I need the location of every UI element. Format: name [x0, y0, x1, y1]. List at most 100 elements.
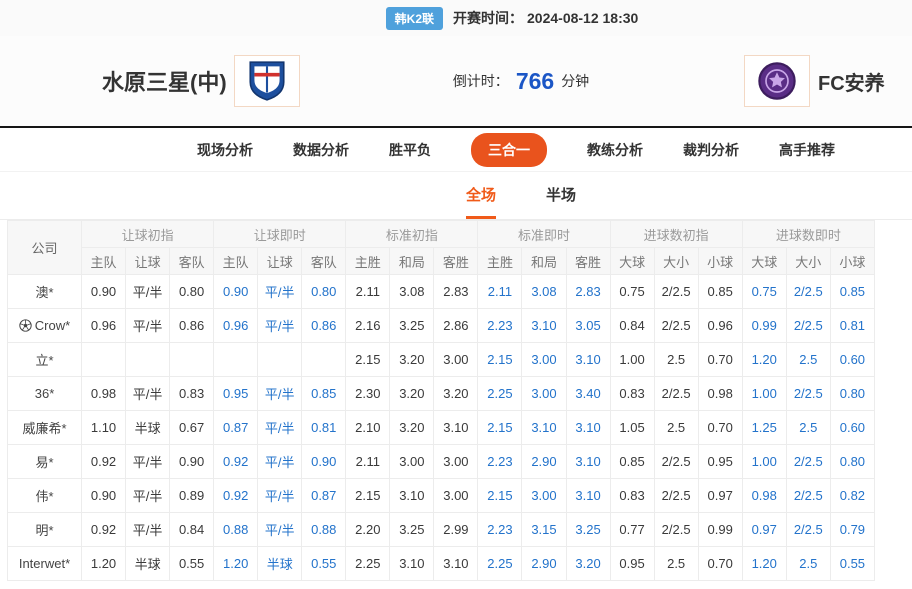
- live-odds-cell[interactable]: 3.00: [522, 377, 566, 411]
- live-odds-cell[interactable]: 2.5: [786, 343, 830, 377]
- live-odds-cell[interactable]: 0.79: [830, 513, 874, 547]
- live-odds-cell[interactable]: 3.15: [522, 513, 566, 547]
- live-odds-cell[interactable]: 0.87: [302, 479, 346, 513]
- live-odds-cell[interactable]: 1.20: [742, 547, 786, 581]
- live-odds-cell[interactable]: [214, 343, 258, 377]
- live-odds-cell[interactable]: 半球: [258, 547, 302, 581]
- nav-tab-coach-analysis[interactable]: 教练分析: [587, 140, 643, 160]
- live-odds-cell[interactable]: 0.81: [302, 411, 346, 445]
- live-odds-cell[interactable]: 2/2.5: [786, 479, 830, 513]
- live-odds-cell[interactable]: 2.15: [478, 479, 522, 513]
- live-odds-cell[interactable]: 0.80: [830, 377, 874, 411]
- company-cell[interactable]: 伟*: [8, 479, 82, 513]
- nav-tab-data-analysis[interactable]: 数据分析: [293, 140, 349, 160]
- nav-tab-three-in-one[interactable]: 三合一: [471, 133, 547, 167]
- live-odds-cell[interactable]: 2/2.5: [786, 445, 830, 479]
- nav-tab-referee-analysis[interactable]: 裁判分析: [683, 140, 739, 160]
- live-odds-cell[interactable]: 2.25: [478, 547, 522, 581]
- live-odds-cell[interactable]: 1.25: [742, 411, 786, 445]
- live-odds-cell[interactable]: 0.80: [302, 275, 346, 309]
- company-cell[interactable]: 立*: [8, 343, 82, 377]
- live-odds-cell[interactable]: 2/2.5: [786, 513, 830, 547]
- live-odds-cell[interactable]: [258, 343, 302, 377]
- away-team-name[interactable]: FC安养: [818, 36, 885, 126]
- scope-tab-half-time[interactable]: 半场: [546, 172, 576, 219]
- live-odds-cell[interactable]: 0.87: [214, 411, 258, 445]
- live-odds-cell[interactable]: 0.55: [830, 547, 874, 581]
- live-odds-cell[interactable]: 2/2.5: [786, 275, 830, 309]
- live-odds-cell[interactable]: 0.96: [214, 309, 258, 343]
- live-odds-cell[interactable]: 0.92: [214, 479, 258, 513]
- live-odds-cell[interactable]: 2/2.5: [786, 309, 830, 343]
- live-odds-cell[interactable]: 2.23: [478, 445, 522, 479]
- live-odds-cell[interactable]: 1.00: [742, 445, 786, 479]
- company-cell[interactable]: 明*: [8, 513, 82, 547]
- live-odds-cell[interactable]: 0.95: [214, 377, 258, 411]
- live-odds-cell[interactable]: 0.90: [302, 445, 346, 479]
- home-team-name[interactable]: 水原三星(中): [102, 36, 227, 126]
- live-odds-cell[interactable]: 0.85: [830, 275, 874, 309]
- live-odds-cell[interactable]: 0.92: [214, 445, 258, 479]
- live-odds-cell[interactable]: 3.00: [522, 343, 566, 377]
- live-odds-cell[interactable]: 1.20: [742, 343, 786, 377]
- live-odds-cell[interactable]: 0.75: [742, 275, 786, 309]
- live-odds-cell[interactable]: 平/半: [258, 513, 302, 547]
- company-cell[interactable]: 易*: [8, 445, 82, 479]
- live-odds-cell[interactable]: 2.15: [478, 411, 522, 445]
- live-odds-cell[interactable]: 平/半: [258, 479, 302, 513]
- company-cell[interactable]: Interwet*: [8, 547, 82, 581]
- live-odds-cell[interactable]: 0.99: [742, 309, 786, 343]
- live-odds-cell[interactable]: 3.05: [566, 309, 610, 343]
- live-odds-cell[interactable]: 0.88: [214, 513, 258, 547]
- live-odds-cell[interactable]: 3.10: [566, 343, 610, 377]
- live-odds-cell[interactable]: 2.5: [786, 547, 830, 581]
- live-odds-cell[interactable]: 平/半: [258, 309, 302, 343]
- live-odds-cell[interactable]: 2.23: [478, 513, 522, 547]
- live-odds-cell[interactable]: 3.20: [566, 547, 610, 581]
- live-odds-cell[interactable]: 2.23: [478, 309, 522, 343]
- company-cell[interactable]: 澳*: [8, 275, 82, 309]
- live-odds-cell[interactable]: 2/2.5: [786, 377, 830, 411]
- live-odds-cell[interactable]: 1.20: [214, 547, 258, 581]
- live-odds-cell[interactable]: 2.90: [522, 547, 566, 581]
- live-odds-cell[interactable]: 2.83: [566, 275, 610, 309]
- live-odds-cell[interactable]: 3.40: [566, 377, 610, 411]
- live-odds-cell[interactable]: 平/半: [258, 377, 302, 411]
- live-odds-cell[interactable]: 1.00: [742, 377, 786, 411]
- live-odds-cell[interactable]: 0.82: [830, 479, 874, 513]
- live-odds-cell[interactable]: 0.55: [302, 547, 346, 581]
- live-odds-cell[interactable]: 0.88: [302, 513, 346, 547]
- live-odds-cell[interactable]: 平/半: [258, 445, 302, 479]
- live-odds-cell[interactable]: 2.11: [478, 275, 522, 309]
- live-odds-cell[interactable]: 3.10: [566, 445, 610, 479]
- company-cell[interactable]: 36*: [8, 377, 82, 411]
- live-odds-cell[interactable]: 0.86: [302, 309, 346, 343]
- live-odds-cell[interactable]: 0.80: [830, 445, 874, 479]
- live-odds-cell[interactable]: 3.10: [566, 479, 610, 513]
- nav-tab-live-analysis[interactable]: 现场分析: [197, 140, 253, 160]
- live-odds-cell[interactable]: 0.90: [214, 275, 258, 309]
- live-odds-cell[interactable]: 2.5: [786, 411, 830, 445]
- live-odds-cell[interactable]: 3.08: [522, 275, 566, 309]
- live-odds-cell[interactable]: 2.15: [478, 343, 522, 377]
- scope-tab-full-time[interactable]: 全场: [466, 172, 496, 219]
- live-odds-cell[interactable]: 0.98: [742, 479, 786, 513]
- nav-tab-expert-picks[interactable]: 高手推荐: [779, 140, 835, 160]
- live-odds-cell[interactable]: 3.25: [566, 513, 610, 547]
- live-odds-cell[interactable]: 2.90: [522, 445, 566, 479]
- live-odds-cell[interactable]: 3.10: [566, 411, 610, 445]
- live-odds-cell[interactable]: 0.60: [830, 411, 874, 445]
- live-odds-cell[interactable]: 0.97: [742, 513, 786, 547]
- live-odds-cell[interactable]: 0.85: [302, 377, 346, 411]
- live-odds-cell[interactable]: 3.10: [522, 411, 566, 445]
- live-odds-cell[interactable]: 平/半: [258, 411, 302, 445]
- live-odds-cell[interactable]: 0.60: [830, 343, 874, 377]
- live-odds-cell[interactable]: 3.10: [522, 309, 566, 343]
- live-odds-cell[interactable]: 0.81: [830, 309, 874, 343]
- live-odds-cell[interactable]: [302, 343, 346, 377]
- live-odds-cell[interactable]: 3.00: [522, 479, 566, 513]
- league-badge[interactable]: 韩K2联: [386, 7, 443, 30]
- company-cell[interactable]: 威廉希*: [8, 411, 82, 445]
- company-cell[interactable]: Crow*: [8, 309, 82, 343]
- live-odds-cell[interactable]: 平/半: [258, 275, 302, 309]
